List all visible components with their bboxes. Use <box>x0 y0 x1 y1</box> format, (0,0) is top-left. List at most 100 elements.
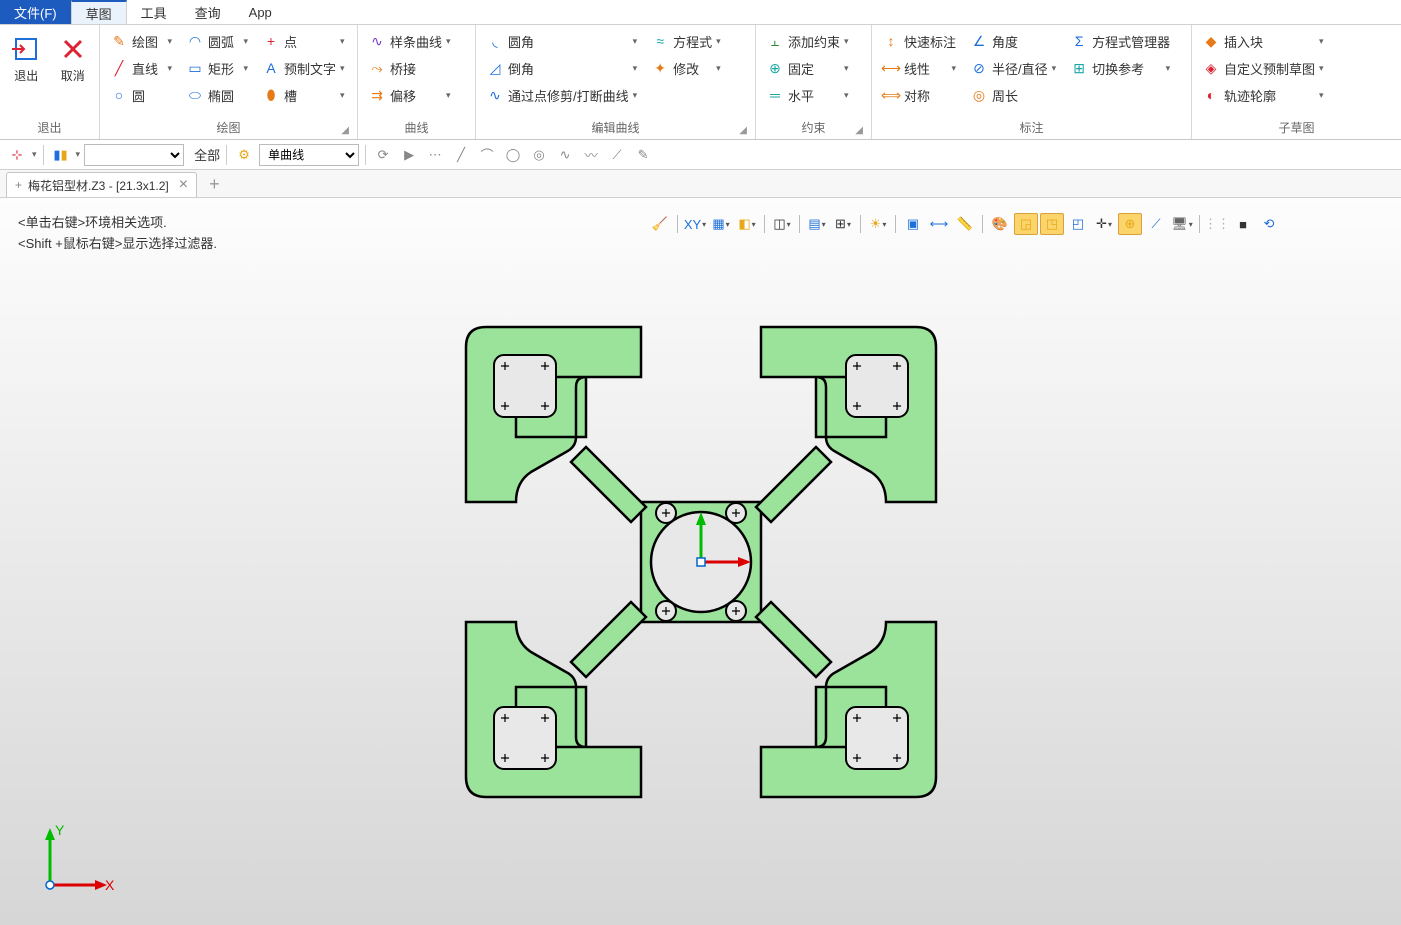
document-tab[interactable]: + 梅花铝型材.Z3 - [21.3x1.2] × <box>6 172 197 197</box>
canvas[interactable]: <单击右键>环境相关选项. <Shift +鼠标右键>显示选择过滤器. 🧹 XY… <box>0 198 1401 925</box>
con-fix[interactable]: ⊕固定▾ <box>762 56 853 80</box>
curve-bridge[interactable]: ⤳桥接 <box>364 56 455 80</box>
quick-dots-icon[interactable]: ⋯ <box>424 144 446 166</box>
quick-arc-icon[interactable]: ⌒ <box>476 144 498 166</box>
menu-tab-query[interactable]: 查询 <box>181 0 235 24</box>
vb-xy-icon[interactable]: XY▾ <box>683 213 707 235</box>
menu-tab-app[interactable]: App <box>235 0 286 24</box>
menu-bar: 文件(F) 草图 工具 查询 App <box>0 0 1401 25</box>
vb-cross-icon[interactable]: ✛▾ <box>1092 213 1116 235</box>
axis-triad: Y X <box>35 820 115 900</box>
dim-quick[interactable]: ↕快速标注 <box>878 29 960 53</box>
vb-img-icon[interactable]: ▣ <box>901 213 925 235</box>
sketch-drawing <box>456 317 946 807</box>
dim-angle[interactable]: ∠角度 <box>966 29 1060 53</box>
panel-launcher-icon[interactable]: ◢ <box>341 125 349 136</box>
vb-refresh-icon[interactable]: ⟲ <box>1257 213 1281 235</box>
quick-circ2-icon[interactable]: ◎ <box>528 144 550 166</box>
vb-snap1-icon[interactable]: ◲ <box>1014 213 1038 235</box>
ribbon: 退出 取消 退出 ✎绘图▾ ╱直线▾ ○圆 ◠圆弧▾ ▭矩形▾ ⬭椭圆 +点▾ <box>0 25 1401 140</box>
quick-run-icon[interactable]: ▶ <box>398 144 420 166</box>
draw-ellipse[interactable]: ⬭椭圆 <box>182 83 252 107</box>
quick-wave-icon[interactable]: ∿ <box>554 144 576 166</box>
con-add[interactable]: ⫠添加约束▾ <box>762 29 853 53</box>
menu-tab-sketch[interactable]: 草图 <box>71 0 127 24</box>
edit-fillet[interactable]: ◟圆角▾ <box>482 29 641 53</box>
dim-toggle-ref[interactable]: ⊞切换参考▾ <box>1066 56 1174 80</box>
vb-wire-icon[interactable]: ◫▾ <box>770 213 794 235</box>
vb-axes-icon[interactable]: ◰ <box>1066 213 1090 235</box>
vb-dim-icon[interactable]: ⟷ <box>927 213 951 235</box>
quick-layer-select[interactable] <box>84 144 184 166</box>
vb-shade-icon[interactable]: ▤▾ <box>805 213 829 235</box>
dim-perimeter[interactable]: ◎周长 <box>966 83 1060 107</box>
dim-linear[interactable]: ⟷线性▾ <box>878 56 960 80</box>
panel-title-constraint: 约束◢ <box>762 117 865 139</box>
quick-play-icon[interactable]: ⟳ <box>372 144 394 166</box>
draw-rect[interactable]: ▭矩形▾ <box>182 56 252 80</box>
draw-arc[interactable]: ◠圆弧▾ <box>182 29 252 53</box>
vb-eraser-icon[interactable]: 🧹 <box>648 213 672 235</box>
quick-snap-icon[interactable]: ⊹ <box>6 144 28 166</box>
vb-monitor-icon[interactable]: 🖥▾ <box>1170 213 1194 235</box>
quick-line-icon[interactable]: ╱ <box>450 144 472 166</box>
quick-all-label: 全部 <box>194 145 220 164</box>
vb-black-icon[interactable]: ■ <box>1231 213 1255 235</box>
draw-line[interactable]: ╱直线▾ <box>106 56 176 80</box>
cancel-button[interactable]: 取消 <box>53 29 94 117</box>
menu-file[interactable]: 文件(F) <box>0 0 71 24</box>
draw-point[interactable]: +点▾ <box>258 29 349 53</box>
vb-dots-icon[interactable]: ⋮⋮ <box>1205 213 1229 235</box>
vb-cube-icon[interactable]: ▦▾ <box>709 213 733 235</box>
sub-custom[interactable]: ◈自定义预制草图▾ <box>1198 56 1328 80</box>
draw-text[interactable]: A预制文字▾ <box>258 56 349 80</box>
curve-spline[interactable]: ∿样条曲线▾ <box>364 29 455 53</box>
edit-equation[interactable]: ≈方程式▾ <box>647 29 725 53</box>
vb-palette-icon[interactable]: 🎨 <box>988 213 1012 235</box>
edit-trim-break[interactable]: ∿通过点修剪/打断曲线▾ <box>482 83 641 107</box>
exit-button[interactable]: 退出 <box>6 29 47 117</box>
quick-filter-select[interactable]: 单曲线 <box>259 144 359 166</box>
vb-sun-icon[interactable]: ☀▾ <box>866 213 890 235</box>
curve-offset[interactable]: ⇉偏移▾ <box>364 83 455 107</box>
panel-title-draw: 绘图◢ <box>106 117 351 139</box>
sketch-add-icon: + <box>15 178 22 192</box>
panel-title-subsketch: 子草图 <box>1198 117 1395 139</box>
quick-toolbar: ⊹▾ ▮▮▾ 全部 ⚙ 单曲线 ⟳ ▶ ⋯ ╱ ⌒ ◯ ◎ ∿ 〰 ⟋ ✎ <box>0 140 1401 170</box>
panel-launcher-icon[interactable]: ◢ <box>739 125 747 136</box>
quick-wave2-icon[interactable]: 〰 <box>580 144 602 166</box>
dim-radius[interactable]: ⊘半径/直径▾ <box>966 56 1060 80</box>
axis-y-label: Y <box>55 822 65 838</box>
sub-insert-block[interactable]: ◆插入块▾ <box>1198 29 1328 53</box>
vb-target-icon[interactable]: ⊕ <box>1118 213 1142 235</box>
vb-slash-icon[interactable]: ⟋ <box>1144 213 1168 235</box>
quick-filter-icon[interactable]: ⚙ <box>233 144 255 166</box>
quick-pen-icon[interactable]: ✎ <box>632 144 654 166</box>
add-tab-button[interactable]: + <box>203 172 226 197</box>
vb-ruler-icon[interactable]: 📏 <box>953 213 977 235</box>
exit-label: 退出 <box>14 67 38 84</box>
dim-eq-mgr[interactable]: Σ方程式管理器 <box>1066 29 1174 53</box>
edit-chamfer[interactable]: ◿倒角▾ <box>482 56 641 80</box>
vb-snap2-icon[interactable]: ◳ <box>1040 213 1064 235</box>
con-horiz[interactable]: ═水平▾ <box>762 83 853 107</box>
dim-sym[interactable]: ⟺对称 <box>878 83 960 107</box>
quick-layer-icon[interactable]: ▮▮ <box>50 144 72 166</box>
hint-line-2: <Shift +鼠标右键>显示选择过滤器. <box>18 234 217 255</box>
edit-modify[interactable]: ✦修改▾ <box>647 56 725 80</box>
quick-circ-icon[interactable]: ◯ <box>502 144 524 166</box>
draw-circle[interactable]: ○圆 <box>106 83 176 107</box>
menu-tab-tools[interactable]: 工具 <box>127 0 181 24</box>
vb-3d-icon[interactable]: ◧▾ <box>735 213 759 235</box>
close-tab-icon[interactable]: × <box>175 176 188 194</box>
draw-sketch[interactable]: ✎绘图▾ <box>106 29 176 53</box>
vb-grid-icon[interactable]: ⊞▾ <box>831 213 855 235</box>
quick-tool-icon[interactable]: ⟋ <box>606 144 628 166</box>
panel-launcher-icon[interactable]: ◢ <box>855 125 863 136</box>
panel-title-dim: 标注 <box>878 117 1185 139</box>
draw-slot[interactable]: ⬮槽▾ <box>258 83 349 107</box>
sub-trace[interactable]: ◐轨迹轮廓▾ <box>1198 83 1328 107</box>
hints: <单击右键>环境相关选项. <Shift +鼠标右键>显示选择过滤器. <box>18 213 217 255</box>
hint-line-1: <单击右键>环境相关选项. <box>18 213 217 234</box>
view-toolbar: 🧹 XY▾ ▦▾ ◧▾ ◫▾ ▤▾ ⊞▾ ☀▾ ▣ ⟷ 📏 🎨 ◲ ◳ ◰ ✛▾… <box>648 213 1281 235</box>
